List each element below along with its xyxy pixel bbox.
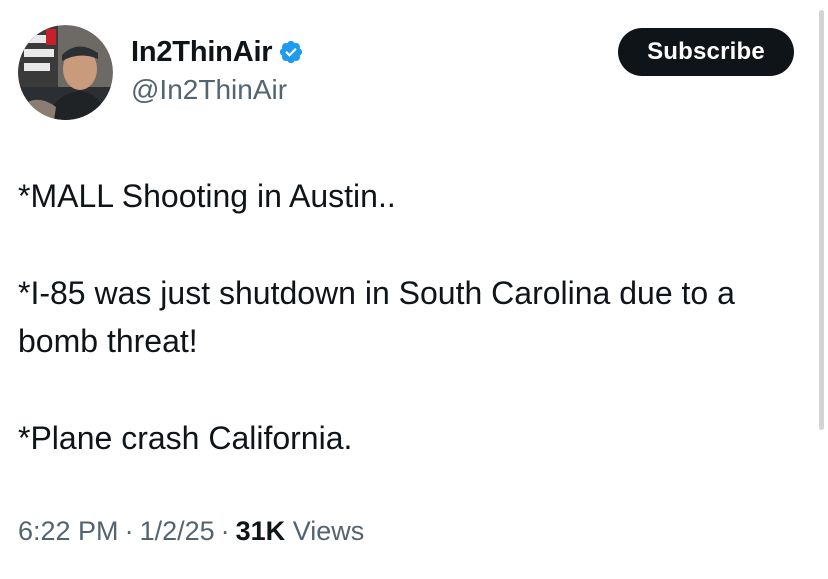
author-info: In2ThinAir @In2ThinAir	[131, 25, 304, 106]
subscribe-button[interactable]: Subscribe	[618, 28, 794, 76]
tweet-meta: 6:22 PM · 1/2/25 · 31K Views	[18, 516, 364, 547]
tweet-header: In2ThinAir @In2ThinAir	[18, 25, 304, 120]
avatar[interactable]	[18, 25, 113, 120]
line-spacer	[18, 365, 810, 414]
user-handle[interactable]: @In2ThinAir	[131, 74, 304, 106]
tweet-line: *MALL Shooting in Austin..	[18, 178, 396, 214]
profile-photo-icon	[18, 25, 113, 120]
tweet-card: In2ThinAir @In2ThinAir Subscribe *MALL S…	[0, 0, 828, 579]
tweet-line: *I-85 was just shutdown in South Carolin…	[18, 275, 735, 359]
tweet-time[interactable]: 6:22 PM	[18, 516, 119, 546]
line-spacer	[18, 220, 810, 269]
tweet-text: *MALL Shooting in Austin.. *I-85 was jus…	[18, 172, 810, 462]
display-name[interactable]: In2ThinAir	[131, 36, 273, 69]
name-row: In2ThinAir	[131, 34, 304, 70]
scrollbar[interactable]	[819, 10, 824, 430]
meta-separator: ·	[220, 516, 230, 546]
meta-separator: ·	[124, 516, 134, 546]
views-label: Views	[292, 516, 365, 546]
tweet-line: *Plane crash California.	[18, 420, 353, 456]
tweet-date[interactable]: 1/2/25	[140, 516, 215, 546]
views-count[interactable]: 31K	[236, 516, 286, 546]
verified-badge-icon[interactable]	[278, 39, 304, 65]
